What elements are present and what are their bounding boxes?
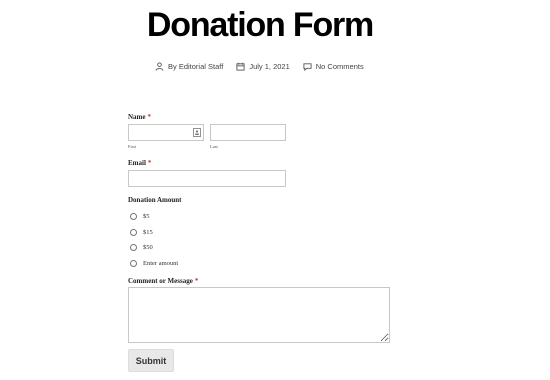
calendar-icon [236, 62, 245, 71]
author-name[interactable]: By Editorial Staff [168, 62, 223, 71]
post-meta: By Editorial Staff July 1, 2021 No Comme… [155, 62, 377, 71]
page-title: Donation Form [146, 6, 374, 44]
donation-option-label: $5 [143, 213, 150, 221]
last-name-group: Last [210, 124, 286, 149]
radio-button[interactable] [130, 228, 137, 236]
submit-button[interactable]: Submit [128, 349, 174, 372]
donation-option-5[interactable]: $5 [128, 209, 178, 225]
donation-form: Name * First Last Email * Donation Amount [128, 113, 398, 372]
required-marker: * [147, 113, 152, 121]
radio-button[interactable] [130, 259, 137, 267]
required-marker: * [194, 277, 199, 285]
name-row: First Last [128, 124, 398, 149]
last-name-input[interactable] [210, 124, 286, 141]
name-label-text: Name [128, 113, 146, 121]
radio-button[interactable] [130, 213, 137, 221]
comments-link[interactable]: No Comments [316, 62, 364, 71]
comment-label: Comment or Message * [128, 277, 198, 285]
required-marker: * [147, 159, 152, 167]
radio-button[interactable] [130, 244, 137, 252]
email-label: Email * [128, 159, 151, 167]
donation-amount-options: $5 $15 $50 Enter amount [128, 209, 178, 271]
date-meta[interactable]: July 1, 2021 [236, 62, 290, 71]
donation-option-15[interactable]: $15 [128, 225, 178, 241]
contact-card-icon[interactable] [193, 128, 201, 137]
donation-option-label: $15 [143, 228, 153, 236]
first-sublabel: First [128, 144, 137, 149]
donation-option-label: $50 [143, 244, 153, 252]
last-sublabel: Last [210, 144, 218, 149]
donation-option-custom[interactable]: Enter amount [128, 256, 178, 272]
author-meta[interactable]: By Editorial Staff [155, 62, 223, 71]
comments-meta[interactable]: No Comments [303, 62, 364, 71]
name-label: Name * [128, 113, 398, 121]
donation-option-label: Enter amount [143, 259, 179, 267]
donation-option-50[interactable]: $50 [128, 240, 178, 256]
comment-bubble-icon [303, 63, 312, 71]
first-name-group: First [128, 124, 204, 149]
post-date[interactable]: July 1, 2021 [249, 62, 289, 71]
email-input[interactable] [128, 170, 286, 187]
email-label-text: Email [128, 159, 146, 167]
comment-textarea[interactable] [128, 287, 390, 343]
comment-label-text: Comment or Message [128, 277, 193, 285]
donation-amount-label: Donation Amount [128, 196, 182, 204]
person-icon [155, 62, 164, 71]
